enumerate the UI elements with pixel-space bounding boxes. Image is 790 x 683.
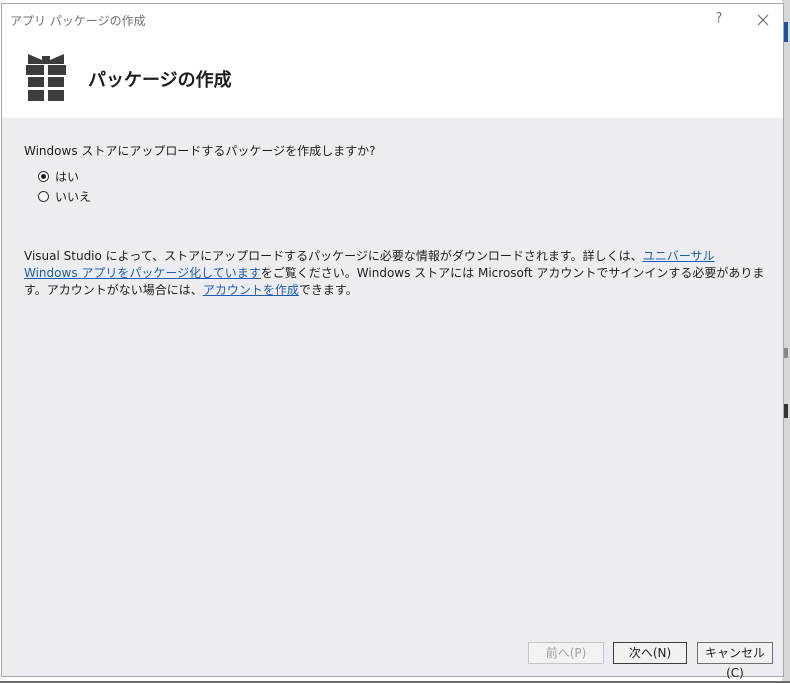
- close-button[interactable]: [750, 9, 776, 31]
- info-text-part3: できます。: [298, 283, 358, 297]
- wizard-content: Windows ストアにアップロードするパッケージを作成しますか? はい いいえ…: [2, 118, 783, 632]
- radio-option-yes[interactable]: はい: [38, 168, 79, 185]
- radio-label-no: いいえ: [55, 190, 92, 204]
- info-text: Visual Studio によって、ストアにアップロードするパッケージに必要な…: [24, 248, 769, 299]
- background-accent: [784, 348, 788, 358]
- wizard-footer: 前へ(P) 次へ(N) キャンセル(C): [2, 632, 783, 680]
- close-icon: [757, 14, 769, 26]
- question-label: Windows ストアにアップロードするパッケージを作成しますか?: [24, 144, 376, 158]
- create-app-package-dialog: アプリ パッケージの作成 ? パッケージの作成 Windows ストアにアップロ…: [1, 3, 784, 680]
- wizard-header: パッケージの作成: [2, 34, 783, 118]
- info-text-part1: Visual Studio によって、ストアにアップロードするパッケージに必要な…: [24, 249, 643, 263]
- gift-package-icon: [24, 50, 68, 102]
- radio-button-no[interactable]: [38, 191, 49, 202]
- title-bar: アプリ パッケージの作成 ?: [2, 4, 783, 34]
- radio-label-yes: はい: [55, 170, 80, 184]
- help-button[interactable]: ?: [710, 9, 728, 29]
- background-accent: [784, 404, 788, 418]
- background-accent: [784, 22, 788, 42]
- window-title: アプリ パッケージの作成: [10, 14, 146, 28]
- cancel-button[interactable]: キャンセル(C): [697, 642, 773, 680]
- back-button[interactable]: 前へ(P): [528, 642, 604, 664]
- next-button[interactable]: 次へ(N): [613, 642, 687, 664]
- radio-option-no[interactable]: いいえ: [38, 188, 91, 205]
- page-title: パッケージの作成: [88, 70, 232, 91]
- create-account-link[interactable]: アカウントを作成: [203, 283, 299, 297]
- radio-button-yes[interactable]: [38, 171, 49, 182]
